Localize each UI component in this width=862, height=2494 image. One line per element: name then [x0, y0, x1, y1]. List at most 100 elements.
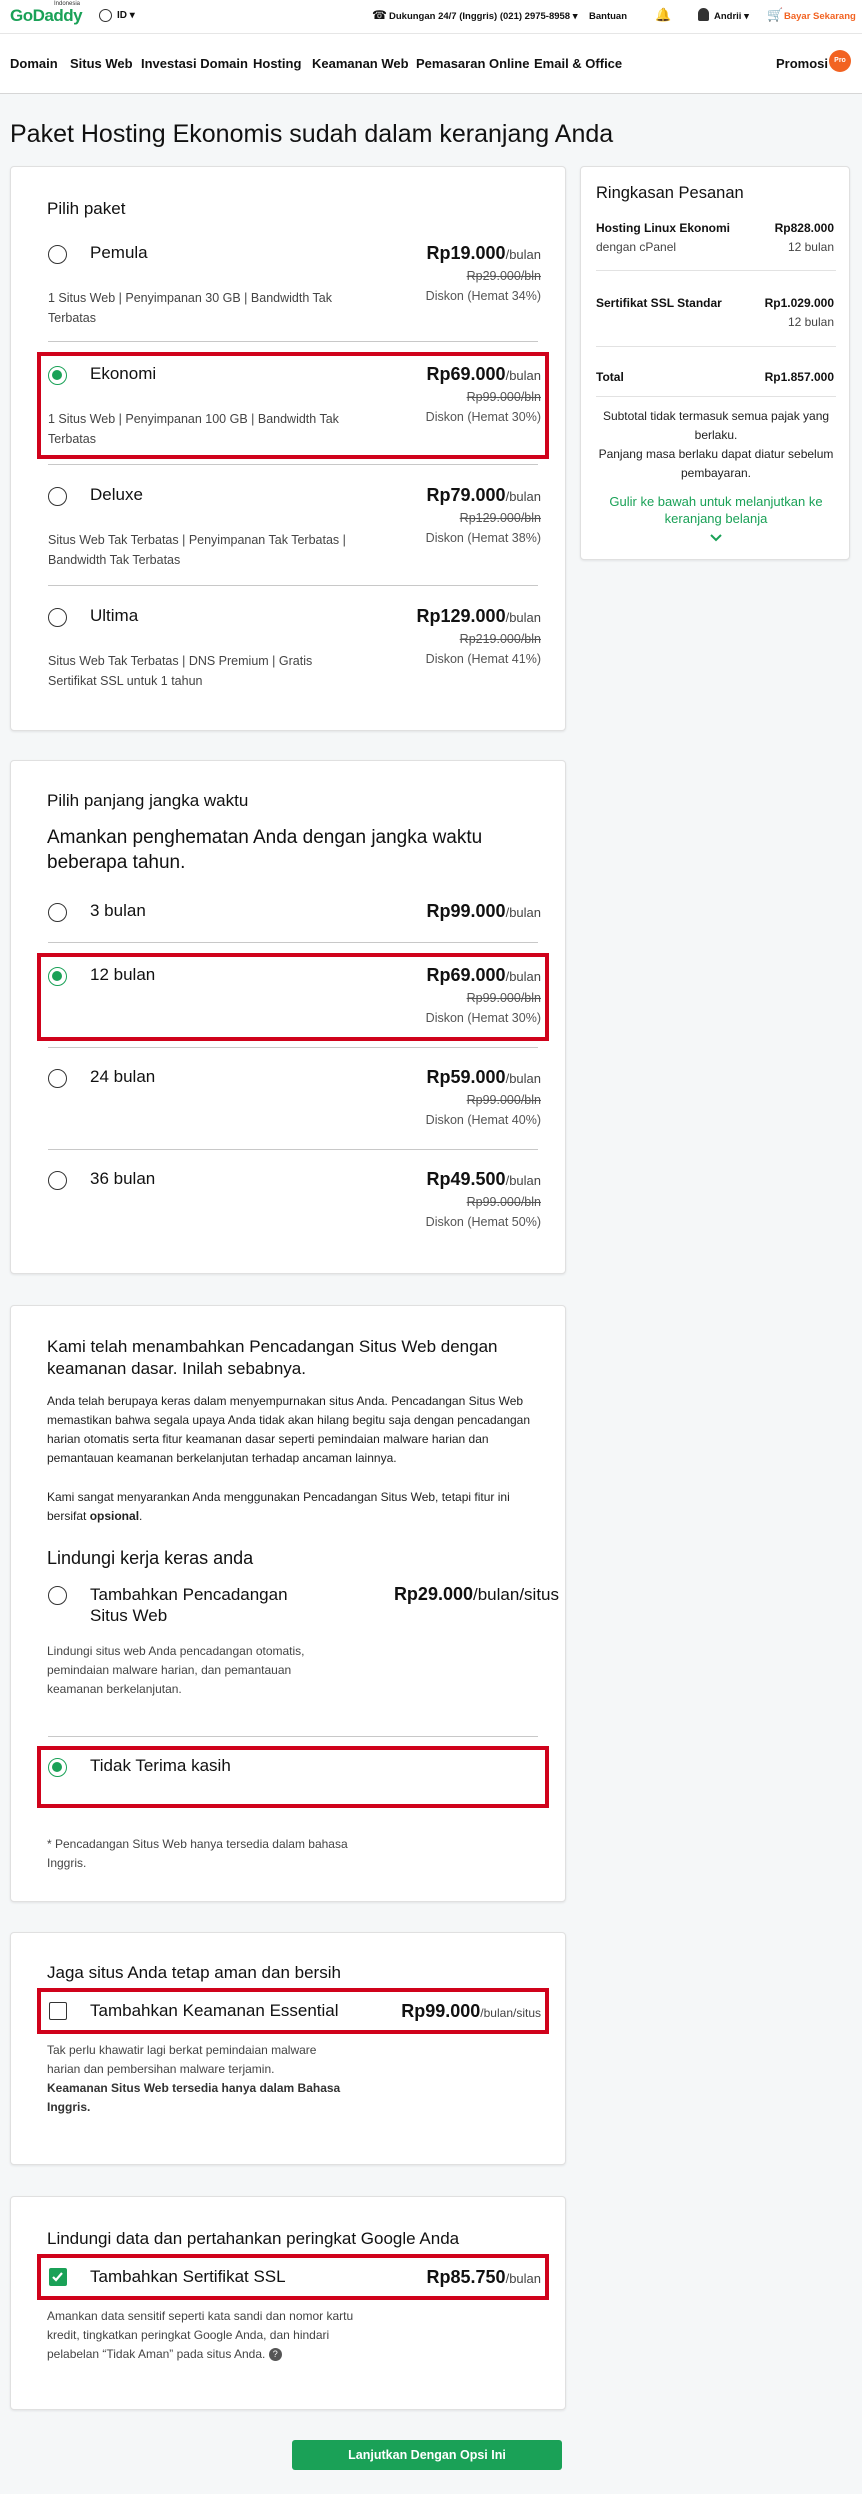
nav-email-office[interactable]: Email & Office: [534, 56, 622, 71]
term-radio-12[interactable]: [48, 967, 67, 986]
divider: [596, 346, 836, 347]
nav-pemasaran-online[interactable]: Pemasaran Online: [416, 56, 529, 71]
term-old-price-12: Rp99.000/bln: [466, 991, 541, 1005]
summary-item2-price: Rp1.029.000: [764, 296, 834, 310]
summary-item1-term: 12 bulan: [787, 240, 834, 254]
term-price-3: Rp99.000/bulan: [426, 901, 541, 921]
summary-item2-name: Sertifikat SSL Standar: [596, 296, 722, 310]
plan-old-price-ekonomi: Rp99.000/bln: [466, 390, 541, 404]
pay-now-link[interactable]: Bayar Sekarang: [784, 11, 856, 22]
backup-card: Kami telah menambahkan Pencadangan Situs…: [10, 1305, 566, 1902]
term-heading: Pilih panjang jangka waktu: [47, 791, 249, 810]
continue-button[interactable]: Lanjutkan Dengan Opsi Ini: [292, 2440, 562, 2470]
divider: [48, 942, 538, 943]
nav-hosting[interactable]: Hosting: [253, 56, 301, 71]
nav-promo[interactable]: Promosi: [776, 56, 828, 71]
plan-name-pemula: Pemula: [90, 243, 148, 262]
security-price: Rp99.000/bulan/situs: [401, 2001, 541, 2021]
plan-radio-pemula[interactable]: [48, 245, 67, 264]
backup-decline-radio[interactable]: [48, 1758, 67, 1777]
term-old-price-24: Rp99.000/bln: [466, 1093, 541, 1107]
chevron-down-icon[interactable]: [709, 533, 723, 543]
term-radio-36[interactable]: [48, 1171, 67, 1190]
locale-selector[interactable]: ID ▾: [117, 10, 135, 21]
summary-item1-name: Hosting Linux Ekonomi: [596, 221, 730, 235]
help-icon[interactable]: ?: [268, 2348, 282, 2362]
plan-card: Pilih paket Pemula Rp19.000/bulan Rp29.0…: [10, 166, 566, 731]
term-radio-24[interactable]: [48, 1069, 67, 1088]
plan-price-ultima: Rp129.000/bulan: [416, 606, 541, 626]
divider: [48, 1736, 538, 1737]
plan-discount-deluxe: Diskon (Hemat 38%): [425, 531, 541, 545]
cart-icon[interactable]: 🛒: [767, 7, 783, 23]
term-radio-3[interactable]: [48, 903, 67, 922]
backup-add-radio[interactable]: [48, 1586, 67, 1605]
plan-price-deluxe: Rp79.000/bulan: [426, 485, 541, 505]
term-price-24: Rp59.000/bulan: [426, 1067, 541, 1087]
security-card: Jaga situs Anda tetap aman dan bersih Ta…: [10, 1932, 566, 2165]
term-name-12: 12 bulan: [90, 965, 156, 984]
user-menu[interactable]: Andrii ▾: [714, 11, 749, 22]
plan-discount-ekonomi: Diskon (Hemat 30%): [425, 410, 541, 424]
nav-situs-web[interactable]: Situs Web: [70, 56, 133, 71]
ssl-card: Lindungi data dan pertahankan peringkat …: [10, 2196, 566, 2410]
plan-heading: Pilih paket: [47, 199, 126, 218]
protect-heading: Lindungi kerja keras anda: [47, 1548, 254, 1568]
backup-add-price: Rp29.000/bulan/situs: [393, 1584, 559, 1604]
page-title: Paket Hosting Ekonomis sudah dalam keran…: [10, 120, 614, 148]
divider: [48, 341, 538, 342]
promo-badge-icon[interactable]: Pro: [829, 50, 851, 72]
plan-old-price-pemula: Rp29.000/bln: [466, 269, 541, 283]
plan-desc-ultima: Situs Web Tak Terbatas | DNS Premium | G…: [48, 654, 313, 688]
backup-note: * Pencadangan Situs Web hanya tersedia d…: [47, 1837, 348, 1870]
security-heading: Jaga situs Anda tetap aman dan bersih: [47, 1963, 341, 1982]
term-name-36: 36 bulan: [90, 1169, 156, 1188]
divider: [596, 270, 836, 271]
logo-region: Indonesia: [54, 1, 81, 7]
backup-para-2: Kami sangat menyarankan Anda menggunakan…: [47, 1490, 510, 1523]
summary-total-label: Total: [596, 370, 624, 384]
top-bar: GoDaddy Indonesia ID ▾ ☎ Dukungan 24/7 (…: [0, 0, 862, 34]
term-name-24: 24 bulan: [90, 1067, 156, 1086]
term-discount-36: Diskon (Hemat 50%): [425, 1215, 541, 1229]
divider: [48, 1047, 538, 1048]
user-icon[interactable]: [698, 8, 709, 21]
plan-radio-deluxe[interactable]: [48, 487, 67, 506]
plan-radio-ekonomi[interactable]: [48, 366, 67, 385]
logo[interactable]: GoDaddy: [10, 6, 83, 26]
plan-desc-deluxe: Situs Web Tak Terbatas | Penyimpanan Tak…: [48, 533, 346, 567]
summary-scroll-link[interactable]: Gulir ke bawah untuk melanjutkan ke kera…: [591, 493, 841, 527]
security-checkbox[interactable]: [49, 2002, 67, 2020]
backup-add-desc: Lindungi situs web Anda pencadangan otom…: [47, 1644, 305, 1696]
nav-investasi-domain[interactable]: Investasi Domain: [141, 56, 248, 71]
summary-title: Ringkasan Pesanan: [596, 184, 744, 202]
globe-icon[interactable]: [99, 9, 112, 22]
term-price-36: Rp49.500/bulan: [426, 1169, 541, 1189]
summary-term-note: Panjang masa berlaku dapat diatur sebelu…: [598, 447, 834, 480]
security-note: Keamanan Situs Web tersedia hanya dalam …: [47, 2081, 341, 2114]
term-name-3: 3 bulan: [90, 901, 146, 920]
summary-total-value: Rp1.857.000: [764, 370, 834, 384]
ssl-desc: Amankan data sensitif seperti kata sandi…: [47, 2309, 354, 2362]
ssl-label: Tambahkan Sertifikat SSL: [90, 2267, 286, 2286]
plan-name-deluxe: Deluxe: [90, 485, 143, 504]
summary-item1-sub: dengan cPanel: [596, 240, 677, 254]
term-subheading: Amankan penghematan Anda dengan jangka w…: [47, 827, 483, 873]
summary-item1-price: Rp828.000: [774, 221, 834, 235]
summary-item2-term: 12 bulan: [787, 315, 834, 329]
bell-icon[interactable]: 🔔: [655, 7, 671, 23]
backup-para-1: Anda telah berupaya keras dalam menyempu…: [47, 1394, 531, 1465]
nav-domain[interactable]: Domain: [10, 56, 58, 71]
term-price-12: Rp69.000/bulan: [426, 965, 541, 985]
ssl-heading: Lindungi data dan pertahankan peringkat …: [47, 2229, 460, 2248]
security-label: Tambahkan Keamanan Essential: [90, 2001, 339, 2020]
help-link[interactable]: Bantuan: [589, 11, 627, 22]
support-phone[interactable]: Dukungan 24/7 (Inggris) (021) 2975-8958 …: [389, 11, 578, 22]
divider: [48, 1149, 538, 1150]
ssl-checkbox[interactable]: [49, 2268, 67, 2286]
term-discount-24: Diskon (Hemat 40%): [425, 1113, 541, 1127]
plan-radio-ultima[interactable]: [48, 608, 67, 627]
term-old-price-36: Rp99.000/bln: [466, 1195, 541, 1209]
plan-old-price-deluxe: Rp129.000/bln: [459, 511, 541, 525]
nav-keamanan-web[interactable]: Keamanan Web: [312, 56, 409, 71]
